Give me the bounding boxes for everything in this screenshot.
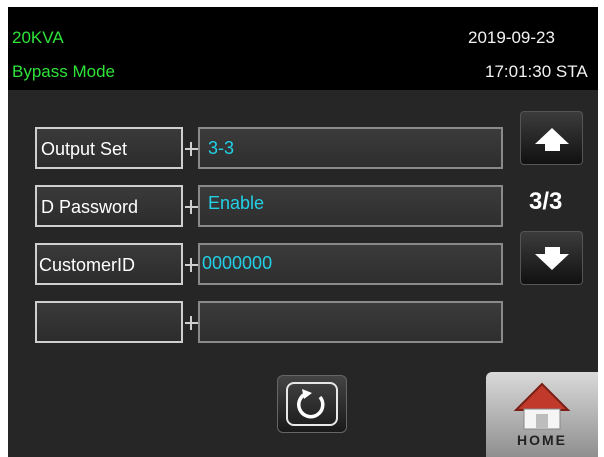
mode-label: Bypass Mode xyxy=(12,62,115,81)
home-label: HOME xyxy=(517,432,567,448)
page-down-button[interactable] xyxy=(520,231,583,285)
page-up-button[interactable] xyxy=(520,111,583,165)
connector xyxy=(185,206,199,208)
connector-tick xyxy=(190,258,192,272)
setting-value-empty[interactable] xyxy=(198,301,503,343)
setting-label-output-set: Output Set xyxy=(35,127,183,169)
connector-tick xyxy=(190,142,192,156)
setting-value-output-set[interactable]: 3-3 xyxy=(198,127,503,169)
page-indicator: 3/3 xyxy=(529,188,563,215)
refresh-frame xyxy=(286,382,338,426)
setting-value-d-password[interactable]: Enable xyxy=(198,185,503,227)
setting-label-d-password: D Password xyxy=(35,185,183,227)
home-icon xyxy=(513,382,571,430)
setting-value-text: 3-3 xyxy=(208,138,235,158)
setting-label-text: D Password xyxy=(41,197,139,217)
setting-value-text: Enable xyxy=(208,193,265,213)
home-button[interactable]: HOME xyxy=(486,372,598,457)
refresh-button[interactable] xyxy=(277,375,347,433)
ups-screen: 20KVA Bypass Mode 2019-09-23 17:01:30 ST… xyxy=(8,7,598,457)
setting-label-text: CustomerID xyxy=(39,255,136,275)
status-bar: 20KVA Bypass Mode 2019-09-23 17:01:30 ST… xyxy=(8,7,598,90)
refresh-icon xyxy=(297,389,325,419)
time-label: 17:01:30 STA xyxy=(485,62,588,81)
date-label: 2019-09-23 xyxy=(468,28,555,47)
arrow-up-icon xyxy=(535,128,569,151)
connector-tick xyxy=(190,200,192,214)
setting-label-customer-id: CustomerID xyxy=(35,243,183,285)
arrow-down-icon xyxy=(535,247,569,270)
setting-value-text: 0000000 xyxy=(202,253,273,273)
connector xyxy=(185,264,199,266)
connector xyxy=(185,148,199,150)
model-label: 20KVA xyxy=(12,28,64,47)
setting-label-text: Output Set xyxy=(41,139,128,159)
connector-tick xyxy=(190,316,192,330)
setting-label-empty xyxy=(35,301,183,343)
setting-value-customer-id[interactable]: 0000000 xyxy=(198,243,503,285)
connector xyxy=(185,322,199,324)
